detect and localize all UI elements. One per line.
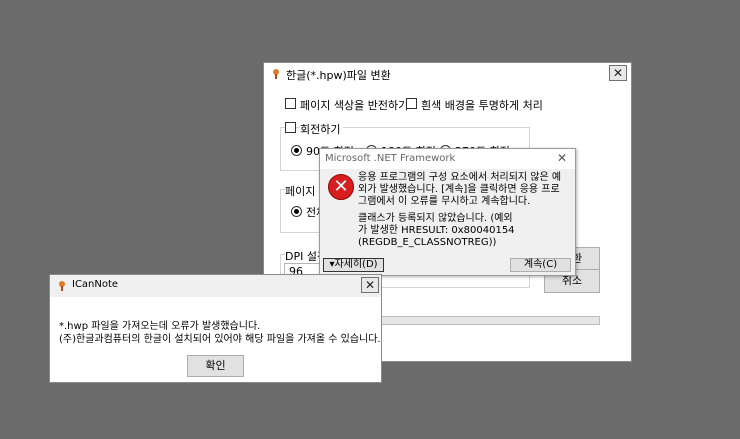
pin-icon (272, 69, 280, 79)
net-error-titlebar[interactable]: Microsoft .NET Framework ✕ (320, 149, 575, 169)
rotate-checkbox[interactable] (285, 122, 296, 133)
net-error-detail: 클래스가 등록되지 않았습니다. (예외가 발생한 HRESULT: 0x800… (358, 213, 515, 248)
details-button[interactable]: ▾자세히(D) (323, 258, 384, 272)
convert-dialog-title: 한글(*.hpw)파일 변환 (286, 69, 391, 82)
net-error-message: 응용 프로그램의 구성 요소에서 처리되지 않은 예외가 발생했습니다. [계속… (358, 172, 562, 207)
net-error-title: Microsoft .NET Framework (325, 153, 456, 164)
continue-button[interactable]: 계속(C) (510, 258, 571, 272)
icannote-message-line-2: (주)한글과컴퓨터의 한글이 설치되어 있어야 해당 파일을 가져올 수 있습니… (59, 334, 381, 345)
icannote-dialog: ICanNote ✕ *.hwp 파일을 가져오는데 오류가 발생했습니다. (… (49, 274, 382, 383)
convert-dialog-close-button[interactable]: ✕ (609, 65, 627, 81)
invert-page-color-checkbox[interactable] (285, 98, 296, 109)
icannote-title: ICanNote (72, 279, 119, 290)
transparent-white-bg-checkbox[interactable] (406, 98, 417, 109)
convert-dialog-titlebar[interactable]: 한글(*.hpw)파일 변환 ✕ (264, 63, 631, 85)
rotate-label: 회전하기 (300, 121, 344, 137)
page-all-radio[interactable] (291, 206, 302, 217)
pin-icon (58, 281, 66, 291)
net-error-close-button[interactable]: ✕ (557, 151, 567, 165)
icannote-close-button[interactable]: ✕ (361, 277, 379, 293)
error-icon: ✕ (328, 174, 354, 200)
net-error-dialog: Microsoft .NET Framework ✕ ✕ 응용 프로그램의 구성… (319, 148, 576, 276)
transparent-white-bg-label: 흰색 배경을 투명하게 처리 (421, 99, 543, 112)
ok-button[interactable]: 확인 (187, 355, 244, 377)
invert-page-color-label: 페이지 색상을 반전하기 (300, 99, 409, 112)
rotate-90-radio[interactable] (291, 145, 302, 156)
icannote-titlebar[interactable]: ICanNote ✕ (50, 275, 381, 297)
